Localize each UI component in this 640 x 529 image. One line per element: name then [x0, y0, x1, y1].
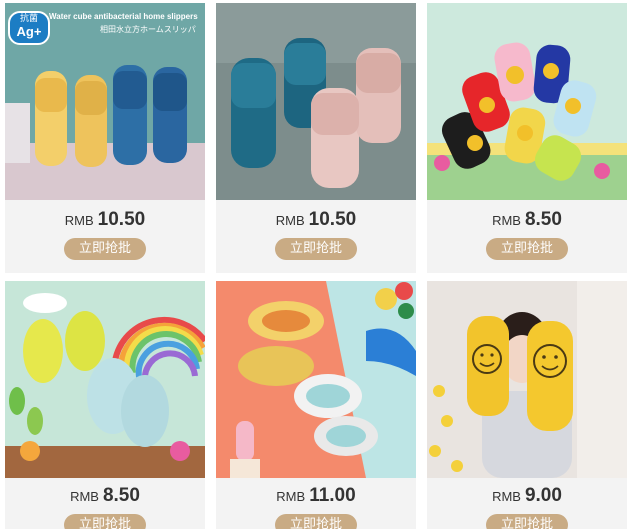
- buy-now-button[interactable]: 立即抢批: [275, 238, 357, 260]
- product-image-duck-kids-slippers[interactable]: [427, 3, 627, 200]
- currency-label: RMB: [492, 213, 521, 228]
- buy-now-button[interactable]: 立即抢批: [64, 514, 146, 529]
- product-price: RMB 9.00: [427, 485, 627, 507]
- buy-now-button[interactable]: 立即抢批: [486, 514, 568, 529]
- product-grid: 抗菌 Ag+ Water cube antibacterial home sli…: [0, 0, 640, 529]
- product-card[interactable]: RMB 8.50 立即抢批: [5, 281, 205, 529]
- product-image-camo-clogs[interactable]: [216, 281, 416, 478]
- product-image-yellow-blue-slippers[interactable]: 抗菌 Ag+ Water cube antibacterial home sli…: [5, 3, 205, 200]
- banner-japanese-text: 相田水立方ホームスリッパ: [100, 25, 196, 34]
- badge-bottom-text: Ag+: [16, 24, 42, 39]
- currency-label: RMB: [276, 489, 306, 504]
- product-price: RMB 10.50: [216, 209, 416, 231]
- product-card[interactable]: RMB 10.50 立即抢批: [216, 3, 416, 273]
- product-price: RMB 8.50: [427, 209, 627, 231]
- buy-now-button[interactable]: 立即抢批: [275, 514, 357, 529]
- product-card[interactable]: 抗菌 Ag+ Water cube antibacterial home sli…: [5, 3, 205, 273]
- buy-now-button[interactable]: 立即抢批: [64, 238, 146, 260]
- product-card[interactable]: RMB 11.00 立即抢批: [216, 281, 416, 529]
- price-value: 8.50: [524, 209, 562, 230]
- price-value: 8.50: [102, 485, 140, 506]
- badge-ag-icon: 抗菌 Ag+: [8, 11, 50, 45]
- currency-label: RMB: [70, 489, 99, 504]
- currency-label: RMB: [275, 213, 305, 228]
- product-price: RMB 11.00: [216, 485, 416, 507]
- banner-english-text: Water cube antibacterial home slippers: [49, 12, 198, 21]
- product-price: RMB 10.50: [5, 209, 205, 231]
- product-price: RMB 8.50: [5, 485, 205, 507]
- product-card[interactable]: RMB 9.00 立即抢批: [427, 281, 627, 529]
- product-image-rainbow-kids-clogs[interactable]: [5, 281, 205, 478]
- price-value: 10.50: [308, 209, 357, 230]
- product-image-blue-pink-quilted-slippers[interactable]: [216, 3, 416, 200]
- product-card[interactable]: RMB 8.50 立即抢批: [427, 3, 627, 273]
- currency-label: RMB: [64, 213, 94, 228]
- product-image-smiley-face-slippers[interactable]: [427, 281, 627, 478]
- price-value: 10.50: [97, 209, 146, 230]
- buy-now-button[interactable]: 立即抢批: [486, 238, 568, 260]
- price-value: 11.00: [309, 485, 356, 506]
- price-value: 9.00: [524, 485, 562, 506]
- currency-label: RMB: [492, 489, 521, 504]
